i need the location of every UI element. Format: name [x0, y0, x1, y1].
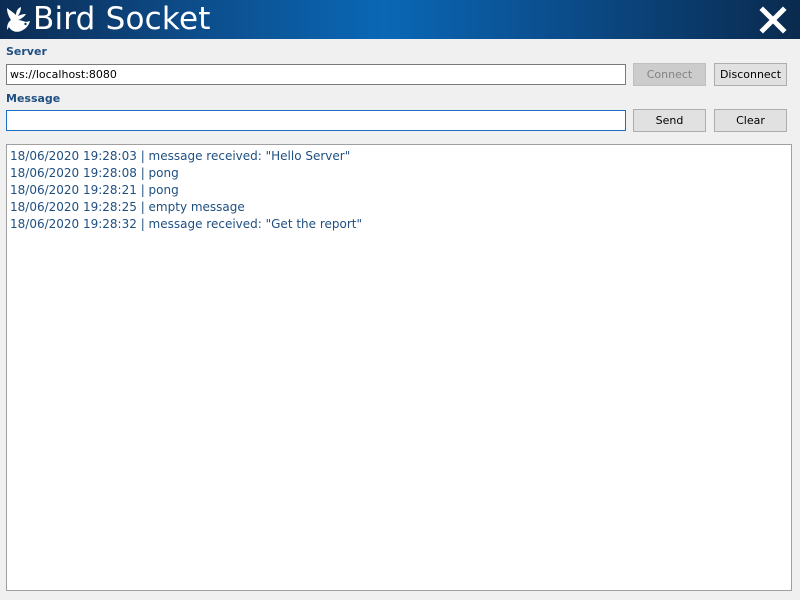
bird-logo-icon [7, 7, 30, 32]
send-button[interactable]: Send [633, 109, 706, 132]
title-bar[interactable]: Bird Socket [0, 0, 800, 39]
log-line: 18/06/2020 19:28:25 | empty message [10, 200, 245, 214]
close-icon[interactable] [758, 5, 788, 35]
log-line: 18/06/2020 19:28:21 | pong [10, 183, 179, 197]
clear-button[interactable]: Clear [714, 109, 787, 132]
message-log[interactable]: 18/06/2020 19:28:03 | message received: … [6, 144, 792, 591]
server-url-input[interactable] [6, 64, 626, 85]
app-title: Bird Socket [33, 1, 211, 37]
server-label: Server [6, 45, 47, 58]
connect-button[interactable]: Connect [633, 63, 706, 86]
message-input[interactable] [6, 110, 626, 131]
message-label: Message [6, 92, 61, 105]
log-line: 18/06/2020 19:28:32 | message received: … [10, 217, 363, 231]
log-line: 18/06/2020 19:28:08 | pong [10, 166, 179, 180]
disconnect-button[interactable]: Disconnect [714, 63, 787, 86]
log-line: 18/06/2020 19:28:03 | message received: … [10, 149, 351, 163]
